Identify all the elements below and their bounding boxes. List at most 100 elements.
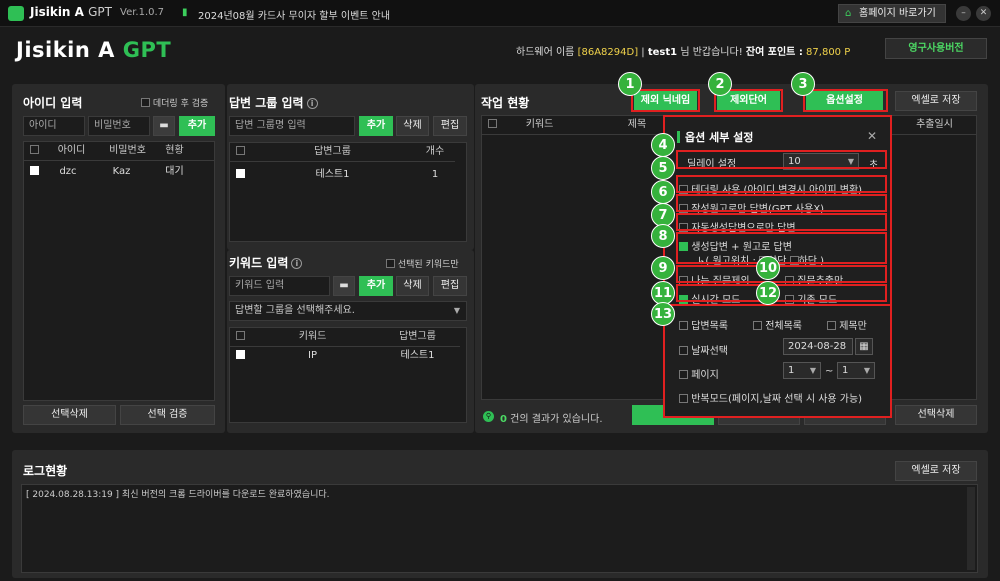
- highlight-box: [676, 175, 887, 193]
- notice-link[interactable]: 2024년08월 카드사 무이자 할부 이벤트 안내: [198, 7, 390, 22]
- home-icon: ⌂: [845, 8, 852, 19]
- notice-icon: ▮: [182, 7, 188, 18]
- password-input[interactable]: 비밀번호: [88, 116, 150, 136]
- step-badge: 10: [756, 256, 780, 280]
- row-group-name: 테스트1: [315, 169, 350, 180]
- folder-open-icon[interactable]: ▬: [333, 276, 355, 296]
- highlight-box: [676, 284, 887, 302]
- answer-group-input[interactable]: 답변 그룹명 입력: [229, 116, 355, 136]
- delete-selected-work-button[interactable]: 선택삭제: [895, 405, 977, 425]
- col-answer-group: 답변그룹: [375, 328, 460, 347]
- verify-selected-button[interactable]: 선택 검증: [120, 405, 215, 425]
- log-scrollbar[interactable]: [967, 487, 975, 570]
- edit-group-button[interactable]: 편집: [433, 116, 467, 136]
- row-keyword-group: 테스트1: [400, 350, 435, 361]
- checkbox-icon: [386, 259, 395, 268]
- chevron-down-icon: ▼: [453, 306, 460, 315]
- delete-keyword-button[interactable]: 삭제: [396, 276, 429, 296]
- minimize-button[interactable]: –: [956, 6, 971, 21]
- add-id-button[interactable]: 추가: [179, 116, 215, 136]
- select-all-checkbox[interactable]: [230, 143, 250, 162]
- col-keyword: 키워드: [502, 116, 577, 135]
- work-status-title: 작업 현황: [481, 96, 530, 110]
- result-count: 0 건의 결과가 있습니다.: [500, 414, 603, 425]
- select-all-checkbox[interactable]: [230, 328, 250, 347]
- row-group-count: 1: [431, 169, 439, 180]
- search-icon: ⚲: [483, 411, 494, 422]
- highlight-box: [663, 304, 892, 418]
- highlight-box: [631, 89, 700, 112]
- step-badge: 9: [651, 256, 675, 280]
- id-table: 아이디 비밀번호 현황 dzc Kaz 대기: [23, 141, 215, 401]
- col-id: 아이디: [44, 142, 99, 161]
- homepage-button[interactable]: ⌂ 홈페이지 바로가기: [838, 4, 946, 23]
- id-input[interactable]: 아이디: [23, 116, 85, 136]
- highlight-box: [803, 89, 888, 112]
- highlight-box: [676, 150, 887, 169]
- edit-keyword-button[interactable]: 편집: [433, 276, 467, 296]
- step-badge: 1: [618, 72, 642, 96]
- col-extract-time: 추출일시: [892, 116, 977, 135]
- col-answer-group: 답변그룹: [250, 143, 415, 162]
- step-badge: 5: [651, 156, 675, 180]
- col-keyword: 키워드: [250, 328, 375, 347]
- add-keyword-button[interactable]: 추가: [359, 276, 393, 296]
- tethering-verify-check[interactable]: 데더링 후 검증: [141, 96, 208, 109]
- col-status: 현황: [156, 142, 193, 161]
- answer-group-title: 답변 그룹 입력 i: [229, 94, 318, 111]
- close-window-button[interactable]: ✕: [976, 6, 991, 21]
- highlight-box: [676, 194, 887, 212]
- step-badge: 4: [651, 133, 675, 157]
- add-group-button[interactable]: 추가: [359, 116, 393, 136]
- answer-group-select[interactable]: 답변할 그룹을 선택해주세요. ▼: [229, 301, 467, 321]
- title-bar: Jisikin A GPT Ver.1.0.7 ▮ 2024년08월 카드사 무…: [0, 0, 1000, 27]
- id-panel-title: 아이디 입력: [23, 96, 83, 110]
- row-keyword: IP: [308, 350, 317, 361]
- step-badge: 12: [756, 281, 780, 305]
- row-checkbox[interactable]: [233, 348, 247, 364]
- select-all-checkbox[interactable]: [24, 142, 44, 161]
- keyword-panel-title: 키워드 입력 i: [229, 254, 303, 271]
- permanent-version-button[interactable]: 영구사용버전: [885, 38, 987, 59]
- log-list: [ 2024.08.28.13:19 ] 최신 버전의 크롬 드라이버를 다운로…: [21, 484, 978, 573]
- excel-save-button[interactable]: 엑셀로 저장: [895, 91, 977, 111]
- app-version: Ver.1.0.7: [120, 7, 165, 18]
- row-checkbox[interactable]: [233, 167, 247, 183]
- account-info: 하드웨어 이름 [86A8294D] | test1 님 반갑습니다! 잔여 포…: [516, 47, 851, 58]
- info-icon: i: [291, 258, 303, 269]
- row-checkbox[interactable]: [27, 164, 41, 180]
- log-entry: [ 2024.08.28.13:19 ] 최신 버전의 크롬 드라이버를 다운로…: [26, 490, 330, 500]
- app-logo-icon: [8, 6, 24, 21]
- row-password: Kaz: [112, 166, 131, 177]
- col-count: 개수: [415, 143, 455, 162]
- row-id: dzc: [59, 166, 77, 177]
- keyword-input[interactable]: 키워드 입력: [229, 276, 330, 296]
- highlight-box: [676, 232, 887, 264]
- step-badge: 2: [708, 72, 732, 96]
- row-status: 대기: [165, 166, 184, 177]
- keyword-table: 키워드 답변그룹 IP 테스트1: [229, 327, 467, 423]
- highlight-box: [676, 265, 887, 283]
- folder-open-icon[interactable]: ▬: [153, 116, 175, 136]
- log-excel-save-button[interactable]: 엑셀로 저장: [895, 461, 977, 481]
- close-popup-icon[interactable]: ✕: [867, 129, 877, 143]
- step-badge: 8: [651, 224, 675, 248]
- id-panel: 아이디 입력 데더링 후 검증 아이디 비밀번호 ▬ 추가 아이디 비밀번호 현…: [12, 84, 225, 433]
- delete-selected-id-button[interactable]: 선택삭제: [23, 405, 116, 425]
- highlight-box: [676, 213, 887, 231]
- delete-group-button[interactable]: 삭제: [396, 116, 429, 136]
- step-badge: 3: [791, 72, 815, 96]
- title-accent: [677, 131, 680, 143]
- answer-group-panel: 답변 그룹 입력 i 답변 그룹명 입력 추가 삭제 편집 답변그룹 개수 테스트…: [227, 84, 474, 250]
- checkbox-icon: [141, 98, 150, 107]
- info-icon: i: [306, 98, 318, 109]
- answer-group-table: 답변그룹 개수 테스트1 1: [229, 142, 467, 242]
- selected-keyword-only-check[interactable]: 선택된 키워드만: [386, 257, 459, 270]
- select-all-checkbox[interactable]: [482, 116, 502, 135]
- app-header: Jisikin A GPT 하드웨어 이름 [86A8294D] | test1…: [0, 28, 1000, 74]
- col-password: 비밀번호: [99, 142, 156, 161]
- app-name: Jisikin A GPT: [30, 5, 112, 19]
- step-badge: 6: [651, 180, 675, 204]
- keyword-panel: 키워드 입력 i 선택된 키워드만 키워드 입력 ▬ 추가 삭제 편집 답변할 그…: [227, 250, 474, 433]
- step-badge: 13: [651, 302, 675, 326]
